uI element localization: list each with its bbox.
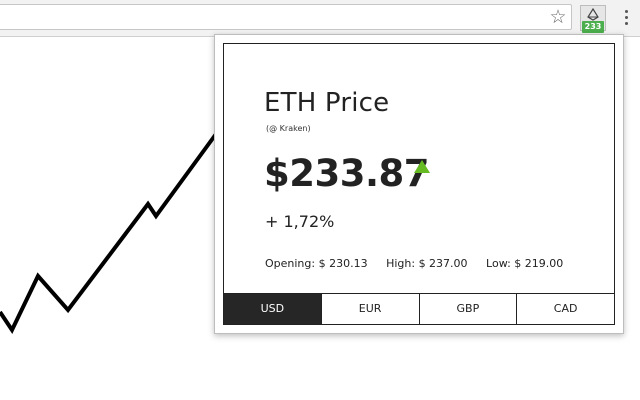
price-popup: ETH Price (@ Kraken) $233.87 + 1,72% Ope…	[214, 34, 624, 334]
arrow-up-icon	[414, 160, 430, 173]
currency-tabs: USD EUR GBP CAD	[224, 293, 614, 324]
tab-cad[interactable]: CAD	[516, 294, 614, 324]
browser-menu-icon[interactable]	[620, 8, 632, 28]
opening-price: Opening: $ 230.13	[265, 257, 368, 270]
price-change: + 1,72%	[265, 212, 335, 231]
extension-badge: 233	[582, 21, 604, 33]
current-price: $233.87	[264, 152, 430, 195]
tab-gbp[interactable]: GBP	[418, 294, 517, 324]
price-card: ETH Price (@ Kraken) $233.87 + 1,72% Ope…	[223, 43, 615, 325]
bookmark-star-icon[interactable]: ☆	[548, 7, 568, 27]
price-trend-line	[0, 132, 218, 335]
exchange-label: (@ Kraken)	[266, 124, 311, 133]
browser-toolbar: ☆ 233	[0, 0, 640, 37]
low-price: Low: $ 219.00	[486, 257, 564, 270]
tab-eur[interactable]: EUR	[320, 294, 419, 324]
price-stats: Opening: $ 230.13 High: $ 237.00 Low: $ …	[265, 257, 578, 270]
high-price: High: $ 237.00	[386, 257, 468, 270]
page-title: ETH Price	[264, 88, 390, 118]
address-bar[interactable]	[0, 4, 572, 30]
tab-usd[interactable]: USD	[224, 294, 321, 324]
